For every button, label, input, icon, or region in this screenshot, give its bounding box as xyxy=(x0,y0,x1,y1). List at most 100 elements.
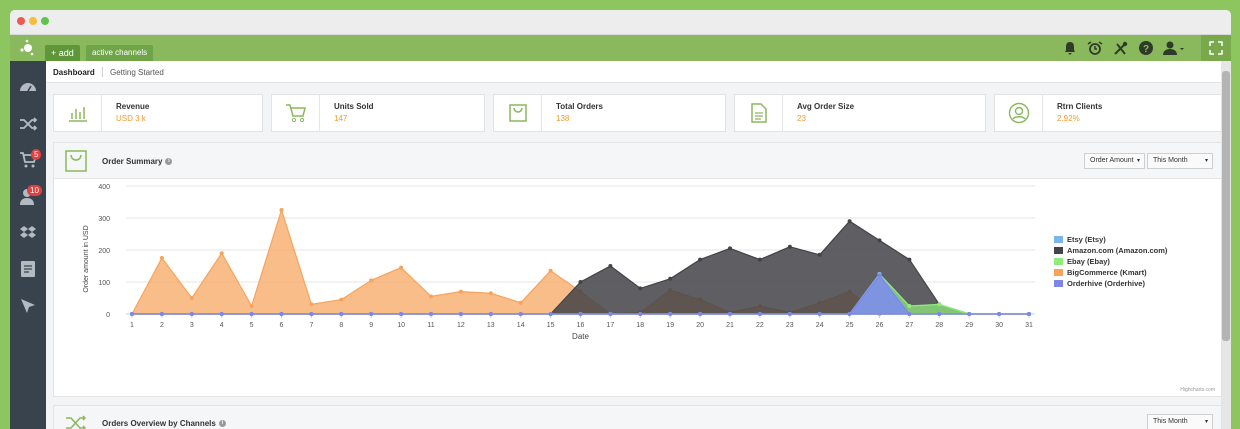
data-point xyxy=(787,312,792,316)
data-point xyxy=(249,304,254,308)
x-tick-label: 25 xyxy=(846,322,854,329)
x-tick-label: 29 xyxy=(965,322,973,329)
x-tick-label: 31 xyxy=(1025,322,1033,329)
x-tick-label: 20 xyxy=(696,322,704,329)
send-icon[interactable] xyxy=(18,296,38,316)
user-menu-icon[interactable] xyxy=(1163,40,1185,56)
legend-item: Orderhive (Orderhive) xyxy=(1067,279,1145,288)
data-point xyxy=(219,251,224,256)
logo-icon[interactable] xyxy=(16,38,38,58)
x-tick-label: 7 xyxy=(309,322,313,329)
info-icon[interactable]: i xyxy=(165,158,173,166)
order-amount-select[interactable]: Order Amount ▾ xyxy=(1084,153,1145,169)
data-point xyxy=(967,312,972,316)
tab-divider xyxy=(102,67,103,77)
data-point xyxy=(728,312,732,316)
data-point xyxy=(309,312,314,316)
cart-badge: 5 xyxy=(31,149,42,160)
tools-icon[interactable] xyxy=(1113,40,1129,56)
bag-icon xyxy=(65,150,87,172)
data-point xyxy=(399,265,404,270)
data-point xyxy=(339,312,344,316)
legend-item: Ebay (Ebay) xyxy=(1067,257,1110,266)
data-point xyxy=(189,296,194,300)
period-select[interactable]: This Month ▾ xyxy=(1147,153,1213,169)
user-circle-icon xyxy=(1008,102,1030,124)
bag-icon xyxy=(509,104,527,122)
overview-period-select[interactable]: This Month ▾ xyxy=(1147,414,1213,429)
tab-getting-started[interactable]: Getting Started xyxy=(110,68,164,77)
x-tick-label: 21 xyxy=(726,322,734,329)
data-point xyxy=(638,312,643,316)
x-tick-label: 3 xyxy=(190,322,194,329)
shuffle-icon[interactable] xyxy=(18,114,38,134)
main-content: Dashboard Getting Started Revenue USD 3 … xyxy=(46,61,1231,429)
x-tick-label: 15 xyxy=(547,322,555,329)
data-point xyxy=(907,304,912,308)
x-tick-label: 1 xyxy=(130,322,134,329)
data-point xyxy=(937,302,942,307)
data-point xyxy=(997,312,1002,316)
dashboard-icon[interactable] xyxy=(18,77,38,97)
help-icon[interactable]: ? xyxy=(1138,40,1154,56)
scrollbar[interactable] xyxy=(1221,61,1231,429)
legend-swatch xyxy=(1054,247,1063,254)
active-channels-button[interactable]: active channels xyxy=(86,45,154,61)
stat-label: Revenue xyxy=(116,102,150,111)
chart-credit[interactable]: Highcharts.com xyxy=(1180,387,1215,393)
x-tick-label: 12 xyxy=(457,322,465,329)
dropbox-icon[interactable] xyxy=(18,223,38,243)
shuffle-icon xyxy=(66,415,87,429)
alarm-icon[interactable] xyxy=(1087,40,1103,56)
expand-button[interactable] xyxy=(1201,35,1231,61)
invoice-icon[interactable] xyxy=(18,259,38,279)
data-point xyxy=(189,312,194,316)
stat-value: 2.92% xyxy=(1057,114,1080,123)
data-point xyxy=(698,312,703,316)
x-tick-label: 16 xyxy=(577,322,585,329)
user-badge: 10 xyxy=(27,185,42,196)
x-tick-label: 30 xyxy=(995,322,1003,329)
tab-dashboard[interactable]: Dashboard xyxy=(53,68,95,77)
data-point xyxy=(279,312,284,316)
x-tick-label: 14 xyxy=(517,322,525,329)
data-point xyxy=(429,294,433,299)
stat-label: Rtrn Clients xyxy=(1057,102,1103,111)
x-tick-label: 9 xyxy=(369,322,373,329)
legend-swatch xyxy=(1054,236,1063,243)
sidebar: 5 10 xyxy=(10,61,46,429)
legend-item: Etsy (Etsy) xyxy=(1067,235,1106,244)
x-tick-label: 18 xyxy=(636,322,644,329)
data-point xyxy=(668,276,673,281)
document-icon xyxy=(751,103,767,123)
panel-title: Orders Overview by Channels i xyxy=(102,419,226,428)
stat-label: Units Sold xyxy=(334,102,374,111)
data-point xyxy=(907,312,912,316)
stat-value: USD 3 k xyxy=(116,114,146,123)
y-tick-label: 0 xyxy=(106,312,110,319)
data-point xyxy=(488,291,493,296)
data-point xyxy=(279,208,284,212)
data-point xyxy=(847,219,852,224)
panel-header: Order Summary i Order Amount ▾ This Month ▾ xyxy=(54,143,1221,179)
close-dot[interactable] xyxy=(17,17,25,25)
x-tick-label: 5 xyxy=(250,322,254,329)
add-button[interactable]: + add xyxy=(45,45,80,61)
data-point xyxy=(309,302,314,307)
title-bar xyxy=(10,10,1231,35)
data-point xyxy=(369,278,374,283)
panel-title: Order Summary i xyxy=(102,157,173,166)
info-icon[interactable]: i xyxy=(218,420,226,428)
scrollbar-thumb[interactable] xyxy=(1222,71,1230,341)
data-point xyxy=(159,256,164,260)
tab-bar: Dashboard Getting Started xyxy=(46,61,1221,83)
y-tick-label: 100 xyxy=(98,280,110,287)
x-tick-label: 22 xyxy=(756,322,764,329)
data-point xyxy=(518,300,523,305)
data-point xyxy=(399,312,404,316)
maximize-dot[interactable] xyxy=(41,17,49,25)
data-point xyxy=(757,312,762,316)
bell-icon[interactable] xyxy=(1062,40,1078,56)
minimize-dot[interactable] xyxy=(29,17,37,25)
x-tick-label: 8 xyxy=(339,322,343,329)
